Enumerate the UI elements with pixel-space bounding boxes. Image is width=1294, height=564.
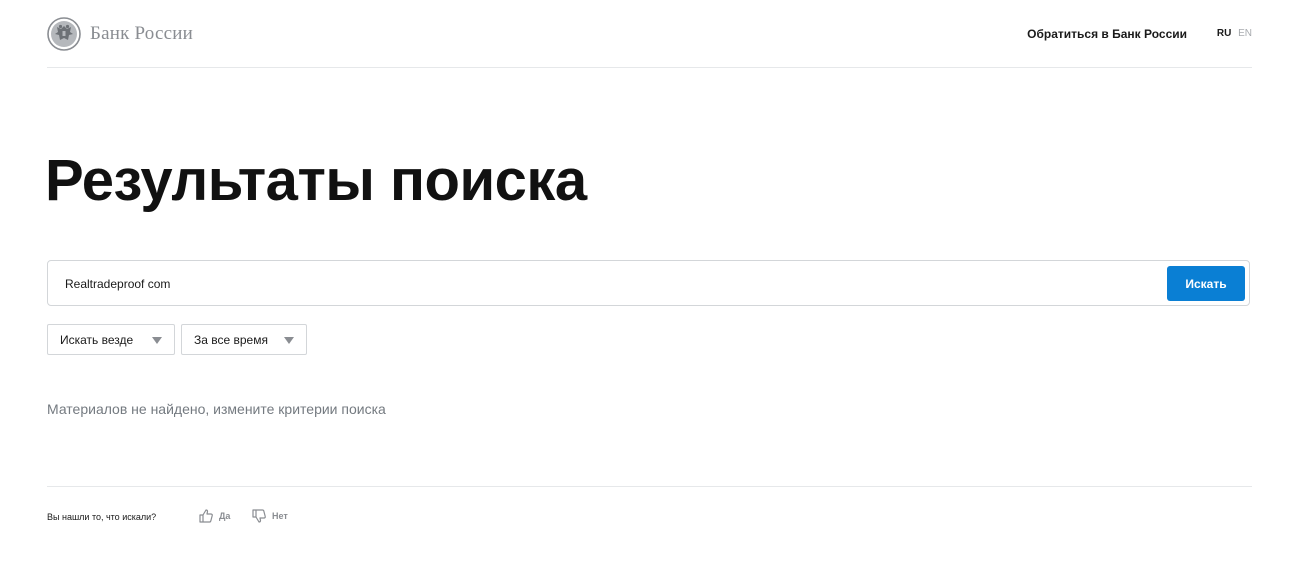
lang-ru[interactable]: RU (1217, 28, 1231, 39)
thumbs-down-icon (252, 509, 266, 523)
search-box: Искать (47, 260, 1250, 306)
search-scope-dropdown[interactable]: Искать везде (47, 324, 175, 355)
feedback-no-button[interactable]: Нет (251, 508, 288, 524)
feedback-panel: Вы нашли то, что искали? Да Нет (47, 486, 1252, 547)
search-scope-label: Искать везде (60, 332, 134, 347)
caret-down-icon (284, 337, 294, 344)
feedback-yes-label: Да (219, 511, 231, 521)
thumbs-up-icon (199, 509, 213, 523)
page-title: Результаты поиска (45, 148, 587, 213)
period-dropdown[interactable]: За все время (181, 324, 307, 355)
period-label: За все время (194, 332, 268, 347)
no-results-message: Материалов не найдено, измените критерии… (47, 401, 386, 417)
logo-link[interactable]: Банк России (47, 17, 193, 51)
page: Банк России Обратиться в Банк России RU … (0, 0, 1294, 564)
bank-emblem-icon (47, 17, 81, 51)
logo-text: Банк России (90, 23, 193, 44)
caret-down-icon (152, 337, 162, 344)
language-switcher: RU EN (1217, 28, 1252, 39)
site-header: Банк России Обратиться в Банк России RU … (47, 0, 1252, 68)
feedback-no-label: Нет (272, 511, 288, 521)
lang-en[interactable]: EN (1238, 28, 1252, 39)
feedback-yes-button[interactable]: Да (198, 508, 230, 524)
contact-bank-link[interactable]: Обратиться в Банк России (1027, 27, 1187, 41)
search-input[interactable] (65, 273, 1145, 295)
search-button[interactable]: Искать (1167, 266, 1245, 301)
feedback-question: Вы нашли то, что искали? (47, 512, 157, 522)
